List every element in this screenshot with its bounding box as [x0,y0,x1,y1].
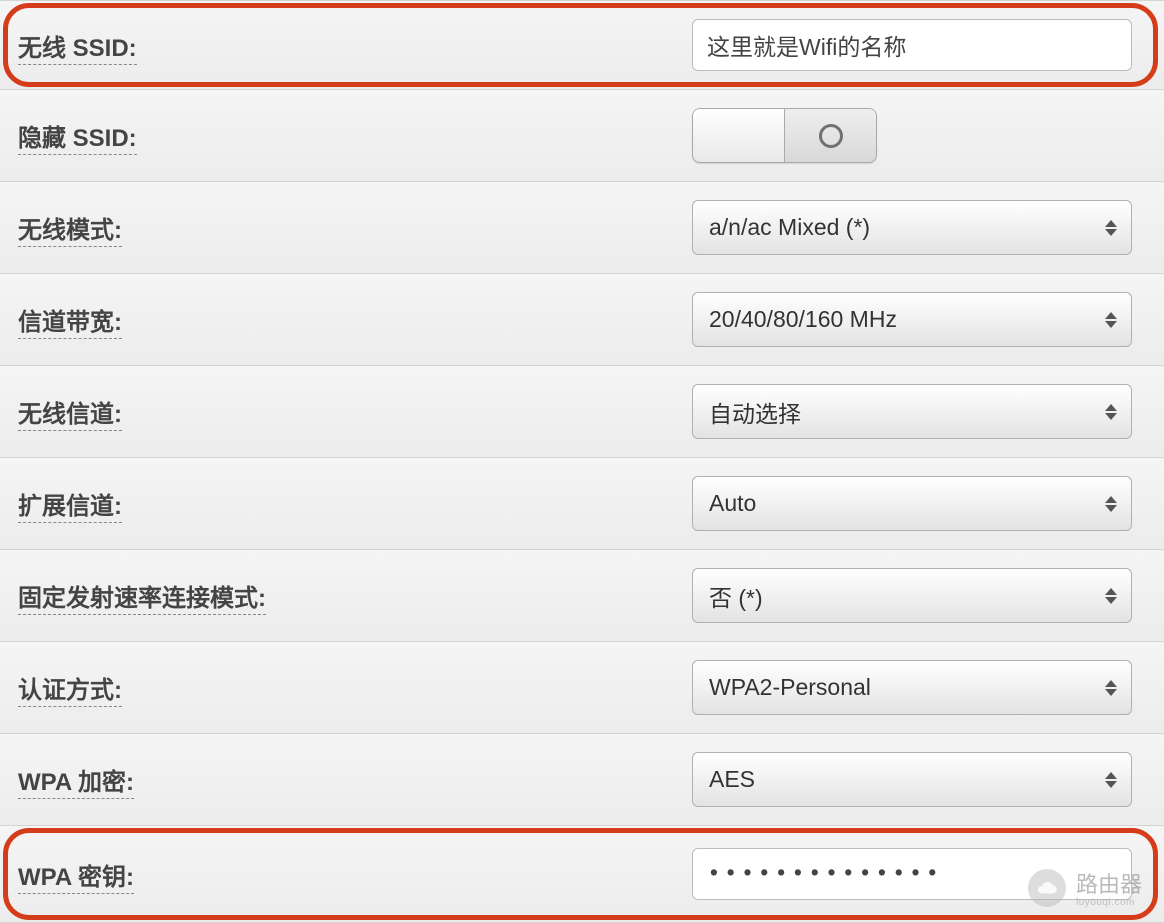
hide-ssid-toggle[interactable] [692,108,877,163]
label-extension-channel: 扩展信道: [18,493,122,523]
wireless-mode-value: a/n/ac Mixed (*) [709,214,870,241]
label-wireless-ssid: 无线 SSID: [18,35,137,65]
extension-channel-value: Auto [709,490,756,517]
wireless-channel-value: 自动选择 [709,395,801,429]
wireless-mode-select[interactable]: a/n/ac Mixed (*) [692,200,1132,255]
label-auth-method: 认证方式: [18,677,122,707]
select-arrows-icon [1105,588,1117,604]
toggle-on-side [785,109,876,162]
row-wireless-mode: 无线模式: a/n/ac Mixed (*) [0,182,1164,274]
select-arrows-icon [1105,772,1117,788]
select-arrows-icon [1105,312,1117,328]
row-channel-width: 信道带宽: 20/40/80/160 MHz [0,274,1164,366]
channel-width-select[interactable]: 20/40/80/160 MHz [692,292,1132,347]
label-wpa-encryption: WPA 加密: [18,769,134,799]
extension-channel-select[interactable]: Auto [692,476,1132,531]
channel-width-value: 20/40/80/160 MHz [709,306,897,333]
wireless-channel-select[interactable]: 自动选择 [692,384,1132,439]
label-wpa-key: WPA 密钥: [18,864,134,894]
label-hide-ssid: 隐藏 SSID: [18,125,137,155]
row-hide-ssid: 隐藏 SSID: [0,90,1164,182]
row-wireless-channel: 无线信道: 自动选择 [0,366,1164,458]
row-wpa-key: WPA 密钥: 路由器 luyouqi.com [0,826,1164,923]
row-auth-method: 认证方式: WPA2-Personal [0,642,1164,734]
select-arrows-icon [1105,404,1117,420]
toggle-indicator-icon [819,124,843,148]
auth-method-value: WPA2-Personal [709,674,871,701]
select-arrows-icon [1105,220,1117,236]
wpa-encryption-value: AES [709,766,755,793]
label-wireless-mode: 无线模式: [18,217,122,247]
select-arrows-icon [1105,496,1117,512]
wpa-encryption-select[interactable]: AES [692,752,1132,807]
row-fixed-rate-mode: 固定发射速率连接模式: 否 (*) [0,550,1164,642]
label-wireless-channel: 无线信道: [18,401,122,431]
label-fixed-rate-mode: 固定发射速率连接模式: [18,585,266,615]
row-wireless-ssid: 无线 SSID: [0,0,1164,90]
row-wpa-encryption: WPA 加密: AES [0,734,1164,826]
fixed-rate-mode-value: 否 (*) [709,579,763,613]
auth-method-select[interactable]: WPA2-Personal [692,660,1132,715]
select-arrows-icon [1105,680,1117,696]
fixed-rate-mode-select[interactable]: 否 (*) [692,568,1132,623]
ssid-input[interactable] [692,19,1132,71]
wpa-key-input[interactable] [692,848,1132,900]
row-extension-channel: 扩展信道: Auto [0,458,1164,550]
label-channel-width: 信道带宽: [18,309,122,339]
toggle-off-side [693,109,785,162]
